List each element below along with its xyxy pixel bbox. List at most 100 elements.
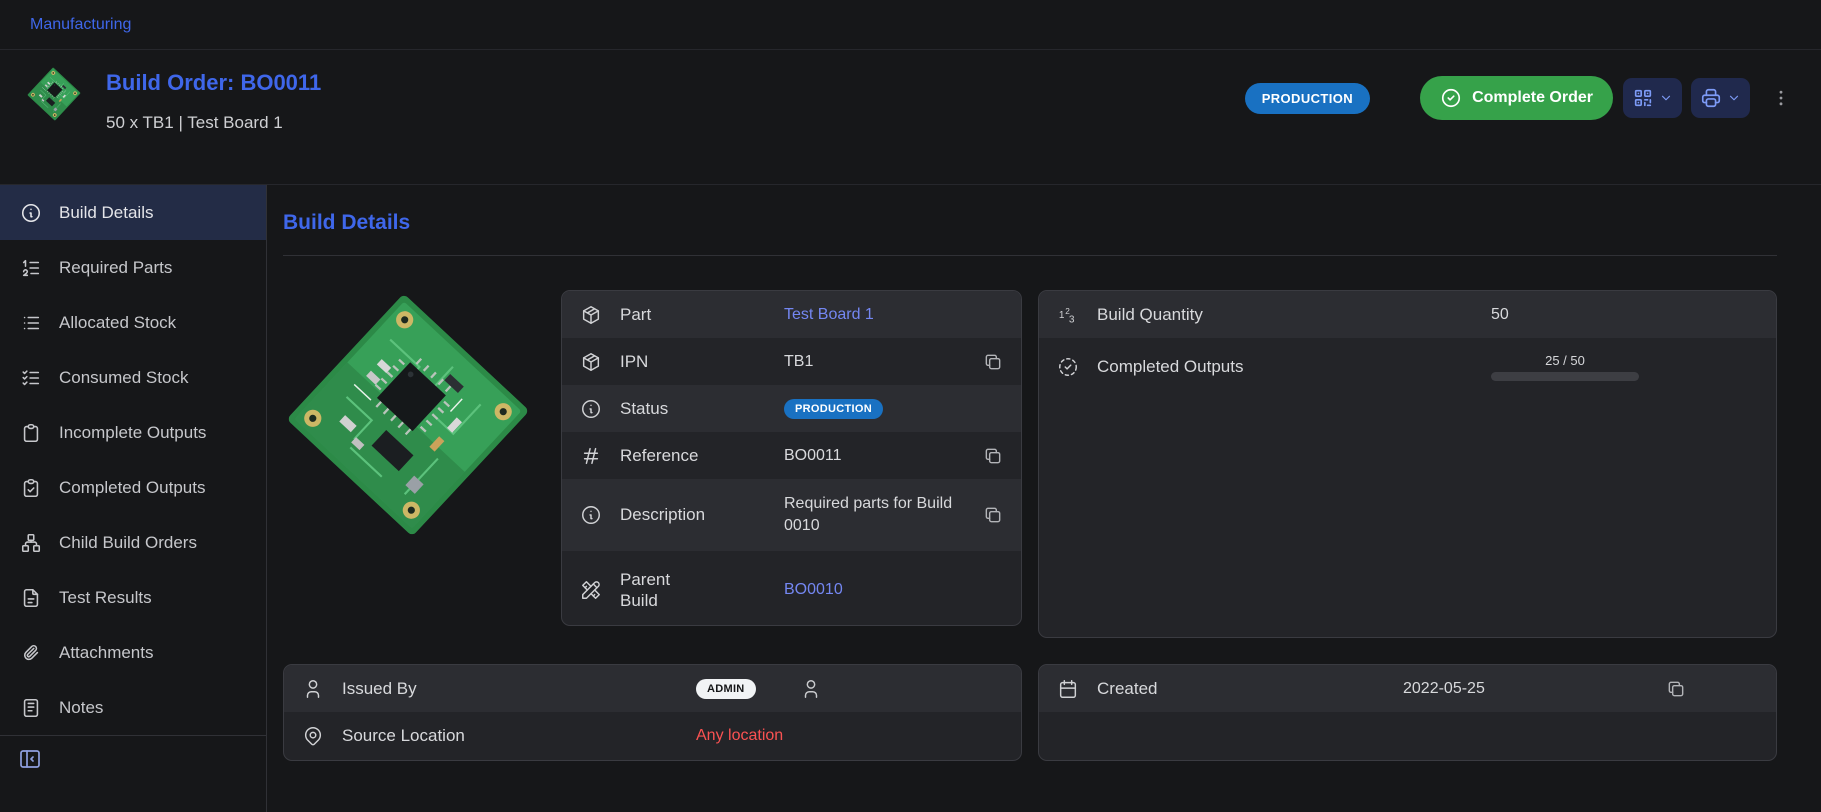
build-quantity-value: 50	[1491, 306, 1509, 324]
sidebar-item-label: Notes	[59, 698, 103, 718]
parent-build-label: Parent Build	[620, 569, 768, 612]
progress-check-icon	[1057, 356, 1081, 378]
dots-vertical-icon	[1771, 88, 1791, 108]
breadcrumb-manufacturing-link[interactable]: Manufacturing	[30, 16, 131, 34]
detail-row-build-quantity: 123 Build Quantity 50	[1039, 291, 1776, 338]
issue-card: Issued By ADMIN Source Location Any loca…	[283, 664, 1022, 761]
sidebar-item-label: Completed Outputs	[59, 478, 205, 498]
page-title: Build Order: BO0011	[106, 70, 321, 96]
copy-button[interactable]	[983, 446, 1003, 466]
sidebar-item-required-parts[interactable]: Required Parts	[0, 240, 266, 295]
info-circle-icon	[580, 504, 604, 526]
created-card: Created 2022-05-25	[1038, 664, 1777, 761]
page-header: Build Order: BO0011 50 x TB1 | Test Boar…	[0, 50, 1821, 185]
issued-by-badge: ADMIN	[696, 679, 756, 699]
section-title: Build Details	[283, 211, 1777, 235]
info-circle-icon	[20, 202, 42, 224]
sidebar-item-label: Consumed Stock	[59, 368, 188, 388]
progress-bar	[1491, 372, 1639, 381]
notes-icon	[20, 697, 42, 719]
sidebar-item-attachments[interactable]: Attachments	[0, 625, 266, 680]
part-label: Part	[620, 304, 768, 325]
sidebar-item-label: Child Build Orders	[59, 533, 197, 553]
package-icon	[580, 304, 604, 326]
barcode-actions-button[interactable]	[1623, 78, 1682, 118]
detail-row-part: Part Test Board 1	[562, 291, 1021, 338]
status-value-badge: PRODUCTION	[784, 399, 883, 419]
ipn-label: IPN	[620, 351, 768, 372]
ipn-value: TB1	[784, 353, 813, 371]
sidebar-item-incomplete-outputs[interactable]: Incomplete Outputs	[0, 405, 266, 460]
pcb-image	[286, 293, 529, 536]
issued-by-label: Issued By	[342, 678, 680, 699]
progress-label: 25 / 50	[1545, 353, 1585, 368]
source-location-value: Any location	[696, 727, 783, 745]
source-location-label: Source Location	[342, 725, 680, 746]
section-divider	[283, 255, 1777, 256]
copy-icon	[983, 505, 1003, 525]
description-label: Description	[620, 504, 768, 525]
file-text-icon	[20, 587, 42, 609]
sidebar-item-allocated-stock[interactable]: Allocated Stock	[0, 295, 266, 350]
reference-label: Reference	[620, 445, 768, 466]
build-quantity-label: Build Quantity	[1097, 304, 1475, 325]
sidebar-item-child-build-orders[interactable]: Child Build Orders	[0, 515, 266, 570]
sidebar-item-label: Attachments	[59, 643, 154, 663]
list-numbers-icon	[20, 257, 42, 279]
sidebar-item-label: Build Details	[59, 203, 154, 223]
detail-row-completed-outputs: Completed Outputs 25 / 50	[1039, 338, 1776, 396]
copy-icon	[983, 446, 1003, 466]
completed-outputs-label: Completed Outputs	[1097, 356, 1475, 377]
part-thumbnail[interactable]	[26, 66, 82, 122]
header-actions: PRODUCTION Complete Order	[1245, 76, 1791, 120]
svg-text:3: 3	[1069, 314, 1075, 325]
sidebar-item-label: Incomplete Outputs	[59, 423, 206, 443]
created-value: 2022-05-25	[1403, 680, 1485, 698]
detail-row-status: Status PRODUCTION	[562, 385, 1021, 432]
calendar-icon	[1057, 678, 1081, 700]
sidebar-footer	[0, 735, 266, 787]
detail-row-created: Created 2022-05-25	[1039, 665, 1776, 712]
sidebar-item-consumed-stock[interactable]: Consumed Stock	[0, 350, 266, 405]
info-circle-icon	[580, 398, 604, 420]
description-value: Required parts for Build 0010	[784, 493, 956, 536]
pcb-thumbnail-image	[27, 67, 81, 121]
detail-row-issued-by: Issued By ADMIN	[284, 665, 1021, 712]
detail-row-parent-build: Parent Build BO0010	[562, 551, 1021, 626]
sidebar-collapse-icon	[18, 747, 42, 771]
print-actions-button[interactable]	[1691, 78, 1750, 118]
sidebar-item-test-results[interactable]: Test Results	[0, 570, 266, 625]
part-image[interactable]	[283, 290, 533, 540]
breadcrumb: Manufacturing	[0, 0, 1821, 50]
sidebar-item-completed-outputs[interactable]: Completed Outputs	[0, 460, 266, 515]
copy-button[interactable]	[983, 352, 1003, 372]
tools-icon	[580, 579, 604, 601]
hash-icon	[580, 445, 604, 467]
parent-build-link[interactable]: BO0010	[784, 581, 843, 599]
sidebar-collapse-button[interactable]	[18, 747, 42, 771]
chevron-down-icon	[1659, 91, 1673, 105]
package-icon	[580, 351, 604, 373]
svg-text:1: 1	[1059, 309, 1065, 320]
detail-row-source-location: Source Location Any location	[284, 712, 1021, 759]
details-section: Part Test Board 1 IPN TB1	[283, 290, 1022, 638]
build-details-card: Part Test Board 1 IPN TB1	[561, 290, 1022, 626]
paperclip-icon	[20, 642, 42, 664]
copy-button[interactable]	[1666, 679, 1686, 699]
sidebar-item-label: Test Results	[59, 588, 152, 608]
part-link[interactable]: Test Board 1	[784, 306, 874, 324]
numbers-123-icon: 123	[1057, 304, 1081, 326]
sidebar-item-notes[interactable]: Notes	[0, 680, 266, 735]
chevron-down-icon	[1727, 91, 1741, 105]
actions-menu-button[interactable]	[1771, 88, 1791, 108]
complete-order-button[interactable]: Complete Order	[1420, 76, 1613, 120]
qrcode-icon	[1632, 87, 1654, 109]
sidebar-item-build-details[interactable]: Build Details	[0, 185, 266, 240]
sidebar-item-label: Required Parts	[59, 258, 172, 278]
map-pin-icon	[302, 725, 326, 747]
printer-icon	[1700, 87, 1722, 109]
user-icon	[302, 678, 326, 700]
page-subtitle: 50 x TB1 | Test Board 1	[106, 113, 321, 133]
copy-button[interactable]	[983, 505, 1003, 525]
detail-row-description: Description Required parts for Build 001…	[562, 479, 1021, 551]
